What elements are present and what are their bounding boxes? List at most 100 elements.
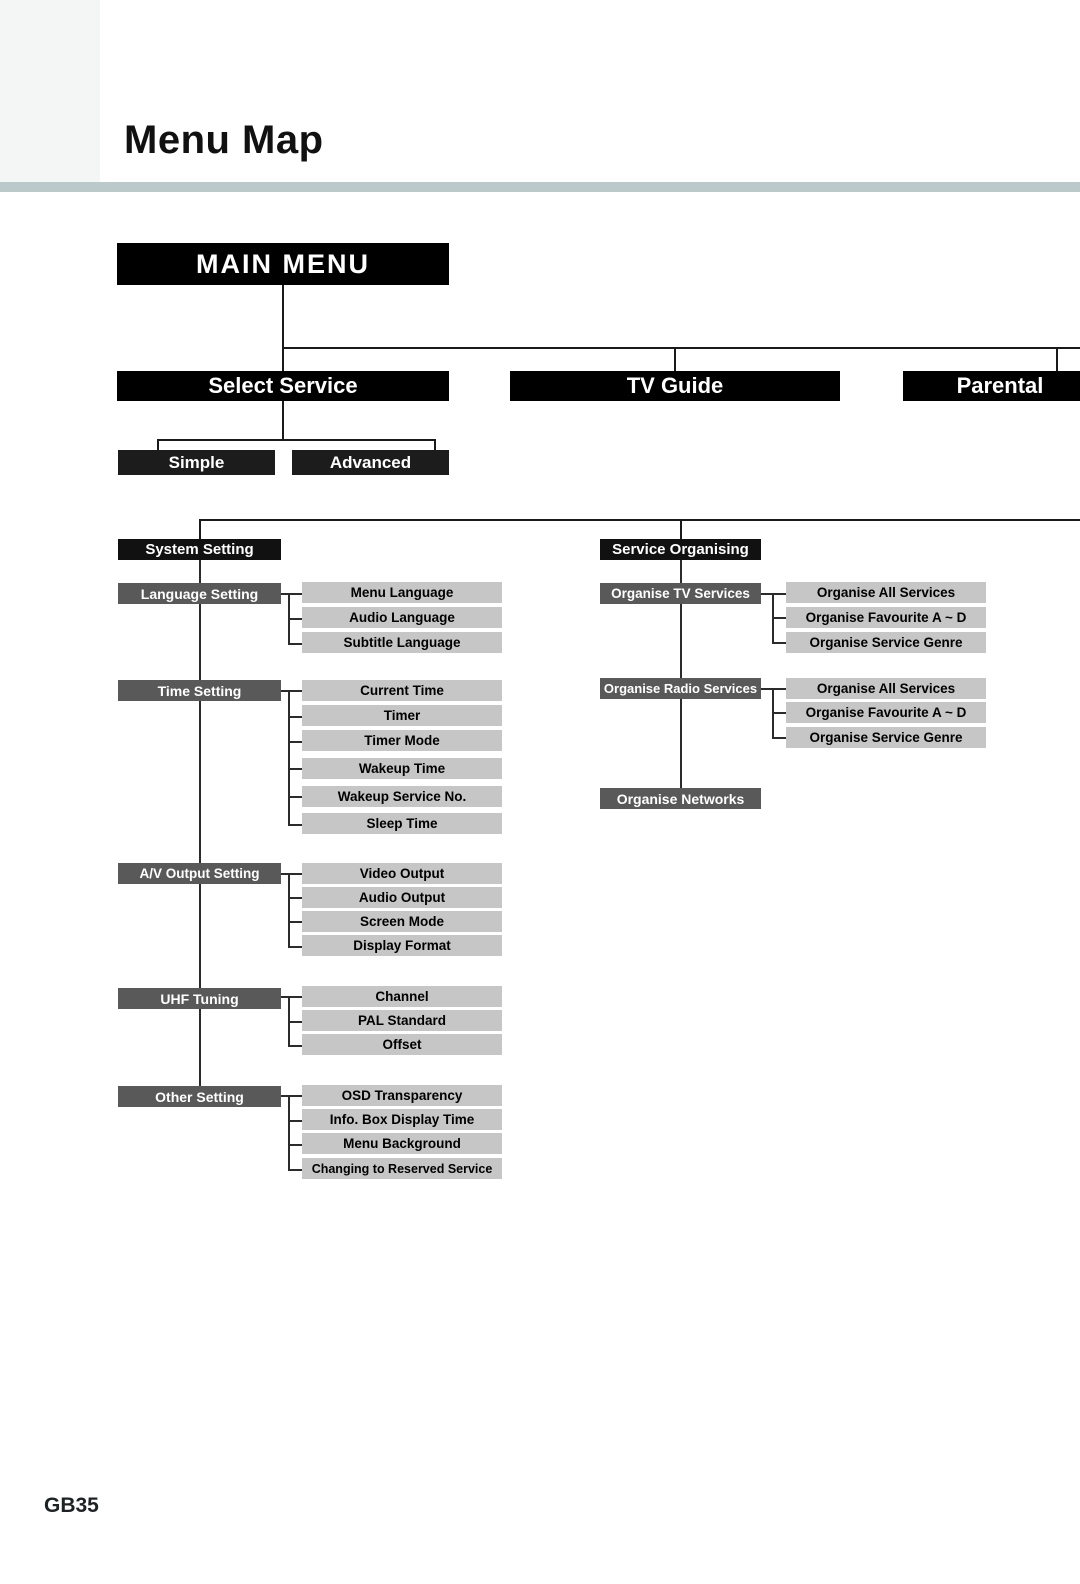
leaf-current-time[interactable]: Current Time — [302, 680, 502, 701]
node-label: TV Guide — [626, 373, 724, 398]
leaf-organise-service-genre-tv[interactable]: Organise Service Genre — [786, 632, 986, 653]
connector-leaf-tick — [288, 1021, 302, 1023]
connector-leaf-tick — [288, 824, 302, 826]
node-label: Organise Favourite A ~ D — [805, 610, 967, 625]
node-label: OSD Transparency — [341, 1088, 463, 1103]
leaf-menu-background[interactable]: Menu Background — [302, 1133, 502, 1154]
header-divider-rule — [0, 182, 1080, 192]
leaf-changing-to-reserved-service[interactable]: Changing to Reserved Service — [302, 1158, 502, 1179]
node-label: Organise Favourite A ~ D — [805, 705, 967, 720]
connector-leaf-tick — [288, 1045, 302, 1047]
node-time-setting[interactable]: Time Setting — [118, 680, 281, 701]
connector-organise-tv-stem — [761, 593, 786, 595]
node-label: Organise Radio Services — [603, 681, 758, 696]
leaf-organise-favourite-radio[interactable]: Organise Favourite A ~ D — [786, 702, 986, 723]
connector-level1-bus — [282, 347, 1080, 349]
connector-leaf-tick — [288, 897, 302, 899]
node-label: Wakeup Service No. — [337, 789, 467, 804]
node-label: UHF Tuning — [160, 990, 239, 1007]
connector-drop-select-service — [282, 347, 284, 371]
node-tv-guide[interactable]: TV Guide — [510, 371, 840, 401]
leaf-organise-all-services-tv[interactable]: Organise All Services — [786, 582, 986, 603]
node-label: Other Setting — [155, 1088, 244, 1105]
leaf-timer-mode[interactable]: Timer Mode — [302, 730, 502, 751]
leaf-wakeup-time[interactable]: Wakeup Time — [302, 758, 502, 779]
node-language-setting[interactable]: Language Setting — [118, 583, 281, 604]
connector-drop-tv-guide — [674, 347, 676, 371]
node-label: Offset — [382, 1037, 422, 1052]
node-main-menu[interactable]: MAIN MENU — [117, 243, 449, 285]
node-label: Organise Service Genre — [809, 730, 963, 745]
node-simple[interactable]: Simple — [118, 450, 275, 475]
node-label: MAIN MENU — [196, 248, 370, 279]
node-label: Language Setting — [140, 585, 259, 602]
leaf-display-format[interactable]: Display Format — [302, 935, 502, 956]
node-label: Subtitle Language — [343, 635, 461, 650]
node-label: Menu Background — [343, 1136, 461, 1151]
node-label: Simple — [168, 452, 225, 472]
node-organise-radio-services[interactable]: Organise Radio Services — [600, 678, 761, 699]
node-label: PAL Standard — [357, 1013, 446, 1028]
connector-leaf-tick — [772, 642, 786, 644]
connector-leaf-tick — [288, 796, 302, 798]
node-organise-tv-services[interactable]: Organise TV Services — [600, 583, 761, 604]
node-label: Timer — [383, 708, 421, 723]
node-label: Menu Language — [350, 585, 454, 600]
connector-system-setting-spine — [199, 560, 201, 1107]
connector-drop-system-setting — [199, 519, 201, 539]
page-title: Menu Map — [124, 118, 324, 162]
leaf-osd-transparency[interactable]: OSD Transparency — [302, 1085, 502, 1106]
leaf-subtitle-language[interactable]: Subtitle Language — [302, 632, 502, 653]
leaf-pal-standard[interactable]: PAL Standard — [302, 1010, 502, 1031]
connector-drop-advanced — [434, 439, 436, 450]
connector-drop-service-organising — [680, 519, 682, 539]
leaf-audio-output[interactable]: Audio Output — [302, 887, 502, 908]
header-corner-block — [0, 0, 100, 182]
connector-leaf-tick — [288, 1169, 302, 1171]
connector-drop-parental — [1056, 347, 1058, 371]
leaf-organise-favourite-tv[interactable]: Organise Favourite A ~ D — [786, 607, 986, 628]
leaf-video-output[interactable]: Video Output — [302, 863, 502, 884]
leaf-audio-language[interactable]: Audio Language — [302, 607, 502, 628]
leaf-screen-mode[interactable]: Screen Mode — [302, 911, 502, 932]
connector-leaf-tick — [288, 1144, 302, 1146]
node-label: Service Organising — [612, 541, 749, 558]
node-label: A/V Output Setting — [139, 866, 260, 881]
node-label: Display Format — [353, 938, 451, 953]
node-label: Organise Service Genre — [809, 635, 963, 650]
connector-category-bus — [199, 519, 1080, 521]
node-label: Organise Networks — [616, 790, 745, 807]
node-parental[interactable]: Parental — [903, 371, 1080, 401]
connector-leaf-tick — [288, 1120, 302, 1122]
node-organise-networks[interactable]: Organise Networks — [600, 788, 761, 809]
connector-leaf-tick — [288, 921, 302, 923]
node-av-output-setting[interactable]: A/V Output Setting — [118, 863, 281, 884]
connector-leaf-tick — [288, 643, 302, 645]
node-system-setting[interactable]: System Setting — [118, 539, 281, 560]
node-label: Organise All Services — [816, 585, 956, 600]
node-other-setting[interactable]: Other Setting — [118, 1086, 281, 1107]
node-label: System Setting — [145, 541, 254, 558]
leaf-menu-language[interactable]: Menu Language — [302, 582, 502, 603]
leaf-channel[interactable]: Channel — [302, 986, 502, 1007]
leaf-wakeup-service-no[interactable]: Wakeup Service No. — [302, 786, 502, 807]
node-select-service[interactable]: Select Service — [117, 371, 449, 401]
connector-root-trunk — [282, 285, 284, 347]
connector-leaf-tick — [772, 712, 786, 714]
node-service-organising[interactable]: Service Organising — [600, 539, 761, 560]
leaf-timer[interactable]: Timer — [302, 705, 502, 726]
leaf-info-box-display-time[interactable]: Info. Box Display Time — [302, 1109, 502, 1130]
connector-other-setting-bracket — [288, 1095, 290, 1169]
node-label: Channel — [375, 989, 429, 1004]
leaf-organise-service-genre-radio[interactable]: Organise Service Genre — [786, 727, 986, 748]
leaf-sleep-time[interactable]: Sleep Time — [302, 813, 502, 834]
connector-leaf-tick — [288, 618, 302, 620]
node-label: Organise TV Services — [611, 586, 750, 601]
connector-leaf-tick — [772, 617, 786, 619]
node-uhf-tuning[interactable]: UHF Tuning — [118, 988, 281, 1009]
leaf-organise-all-services-radio[interactable]: Organise All Services — [786, 678, 986, 699]
node-label: Wakeup Time — [358, 761, 446, 776]
leaf-offset[interactable]: Offset — [302, 1034, 502, 1055]
node-advanced[interactable]: Advanced — [292, 450, 449, 475]
connector-organise-radio-stem — [761, 688, 786, 690]
